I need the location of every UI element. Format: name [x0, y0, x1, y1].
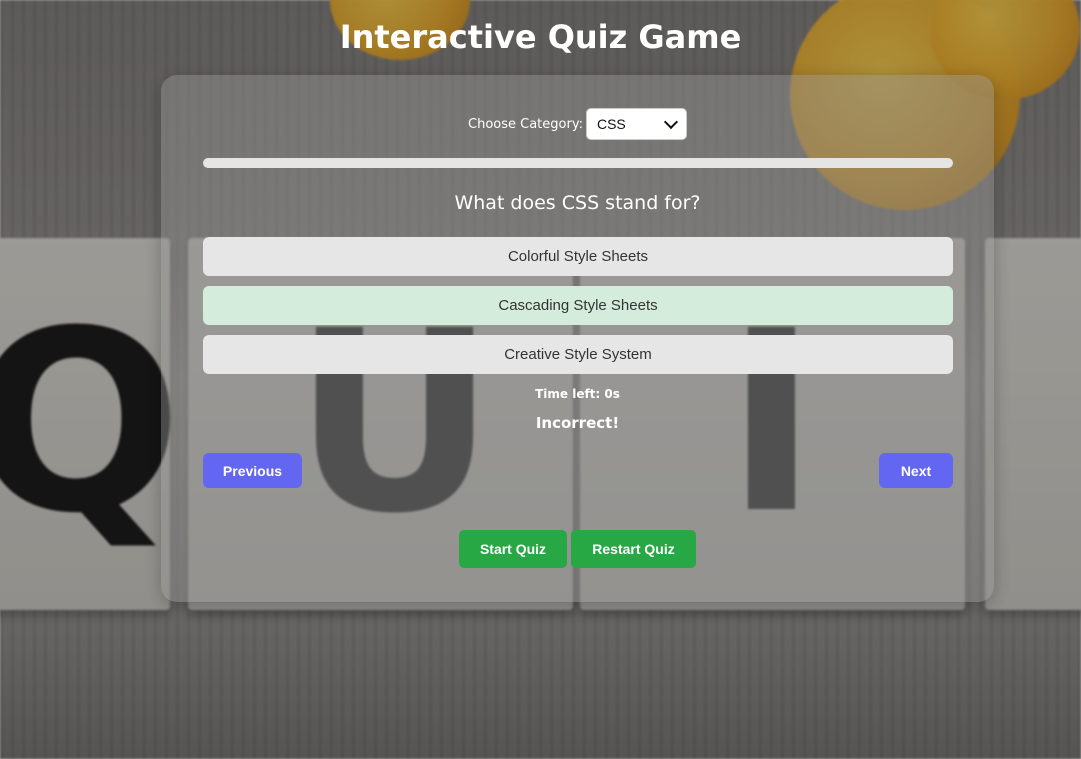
answer-option[interactable]: Cascading Style Sheets	[203, 286, 953, 325]
progress-bar	[203, 158, 953, 168]
category-select-value: CSS	[596, 116, 626, 132]
chevron-down-icon	[663, 114, 679, 130]
page-title: Interactive Quiz Game	[339, 18, 742, 56]
answer-option[interactable]: Creative Style System	[203, 335, 953, 374]
quiz-card: Choose Category: CSS What does CSS stand…	[161, 75, 994, 602]
restart-quiz-button[interactable]: Restart Quiz	[571, 530, 696, 568]
feedback-text: Incorrect!	[535, 414, 620, 432]
timer-text: Time left: 0s	[535, 387, 620, 401]
previous-button[interactable]: Previous	[203, 453, 302, 488]
action-buttons: Start Quiz Restart Quiz	[161, 530, 994, 568]
start-quiz-button[interactable]: Start Quiz	[459, 530, 567, 568]
progress-fill	[203, 158, 953, 168]
question-text: What does CSS stand for?	[454, 192, 701, 214]
category-select[interactable]: CSS	[585, 108, 687, 140]
next-button[interactable]: Next	[879, 453, 953, 488]
answer-options: Colorful Style Sheets Cascading Style Sh…	[203, 237, 953, 384]
answer-option[interactable]: Colorful Style Sheets	[203, 237, 953, 276]
category-label: Choose Category:	[468, 116, 583, 132]
category-row: Choose Category: CSS	[161, 108, 994, 140]
